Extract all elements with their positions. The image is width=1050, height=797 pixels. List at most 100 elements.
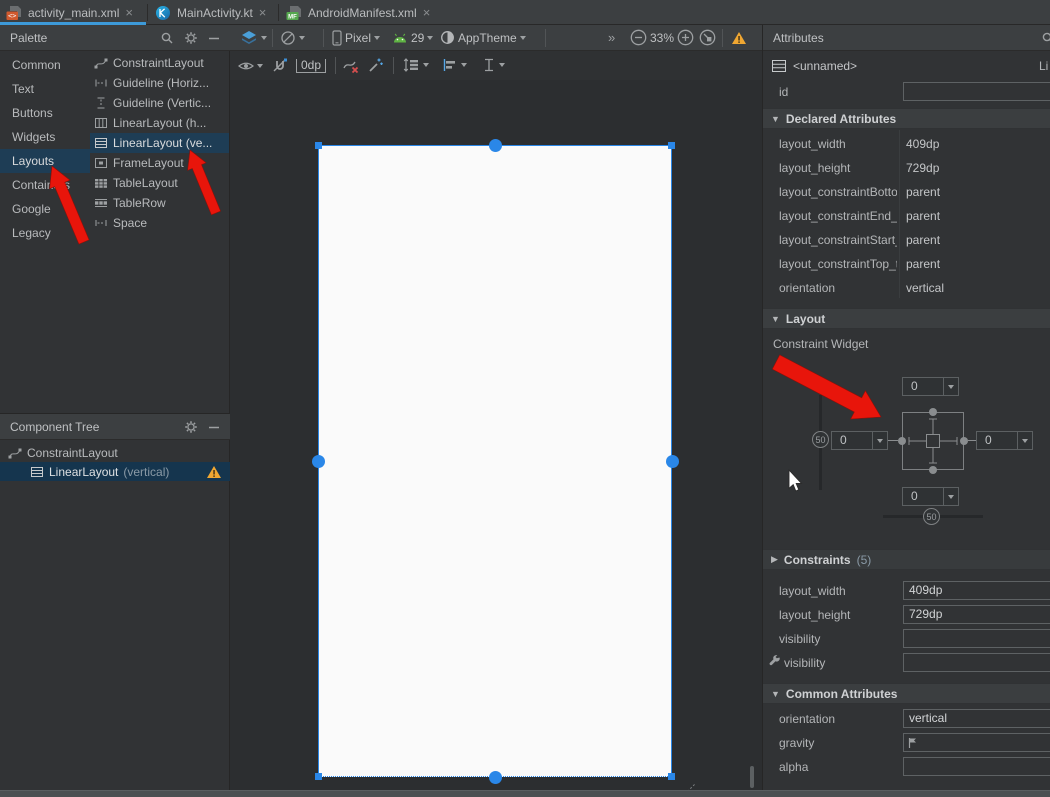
selected-component-row[interactable]: <unnamed> Li	[763, 53, 1050, 79]
palette-category-text[interactable]: Text	[0, 77, 90, 101]
attr-value[interactable]: parent	[906, 257, 940, 271]
warning-icon[interactable]	[731, 31, 747, 45]
toolbar-overflow-button[interactable]: »	[608, 30, 615, 45]
section-declared-attributes[interactable]: ▼ Declared Attributes	[763, 108, 1050, 129]
gear-icon[interactable]	[184, 31, 198, 45]
attr-value[interactable]: 729dp	[906, 161, 939, 175]
constraint-anchor-bottom[interactable]	[489, 771, 502, 784]
constraint-anchor-bottom[interactable]	[929, 466, 937, 474]
palette-category-common[interactable]: Common	[0, 53, 90, 77]
attr-label: visibility	[779, 632, 820, 646]
view-options-button[interactable]	[238, 60, 263, 72]
zoom-out-button[interactable]	[630, 29, 647, 46]
search-icon[interactable]	[1041, 31, 1050, 45]
attr-label: layout_height	[779, 608, 850, 622]
constraint-anchor-top[interactable]	[489, 139, 502, 152]
constraint-anchor-top[interactable]	[929, 408, 937, 416]
default-margin-field[interactable]: 0dp	[296, 59, 326, 73]
gravity-field[interactable]	[903, 733, 1050, 752]
resize-handle-bottom-left[interactable]	[315, 773, 322, 780]
minimize-icon[interactable]	[208, 420, 220, 434]
attr-value[interactable]: parent	[906, 233, 940, 247]
minimize-icon[interactable]	[208, 31, 220, 45]
attr-value[interactable]: parent	[906, 185, 940, 199]
palette-item-tablelayout[interactable]: TableLayout	[90, 173, 229, 193]
zoom-to-fit-button[interactable]	[699, 29, 716, 46]
tablelayout-icon	[94, 176, 108, 190]
section-constraints[interactable]: ▶ Constraints (5)	[763, 549, 1050, 570]
palette-category-widgets[interactable]: Widgets	[0, 125, 90, 149]
guidelines-button[interactable]	[482, 58, 505, 72]
design-mode-button[interactable]	[240, 30, 267, 45]
constraint-widget-box[interactable]	[902, 412, 964, 470]
layout-height-combo[interactable]: 729dp	[903, 605, 1050, 624]
palette-category-containers[interactable]: Containers	[0, 173, 90, 197]
vertical-bias-value[interactable]: 50	[812, 431, 829, 448]
attr-value[interactable]: parent	[906, 209, 940, 223]
section-layout[interactable]: ▼ Layout	[763, 308, 1050, 329]
palette-category-layouts[interactable]: Layouts	[0, 149, 90, 173]
close-icon[interactable]: ×	[423, 6, 431, 19]
tab-androidmanifest-xml[interactable]: MF AndroidManifest.xml ×	[280, 0, 432, 25]
visibility-combo[interactable]	[903, 629, 1050, 648]
tree-item-linearlayout-vertical[interactable]: LinearLayout (vertical)	[0, 462, 230, 481]
palette-item-framelayout[interactable]: FrameLayout	[90, 153, 229, 173]
palette-category-legacy[interactable]: Legacy	[0, 221, 90, 245]
constraint-anchor-right[interactable]	[666, 455, 679, 468]
alpha-field[interactable]	[903, 757, 1050, 776]
search-icon[interactable]	[160, 31, 174, 45]
palette-item-tablerow[interactable]: TableRow	[90, 193, 229, 213]
tree-item-constraintlayout[interactable]: ConstraintLayout	[0, 443, 230, 462]
scrollbar-thumb[interactable]	[750, 766, 754, 788]
palette-category-buttons[interactable]: Buttons	[0, 101, 90, 125]
section-common-attributes[interactable]: ▼ Common Attributes	[763, 683, 1050, 704]
palette-item-constraintlayout[interactable]: ConstraintLayout	[90, 53, 229, 73]
id-input[interactable]	[903, 82, 1050, 101]
clear-constraints-button[interactable]	[342, 58, 360, 74]
resize-handle-top-left[interactable]	[315, 142, 322, 149]
gear-icon[interactable]	[184, 420, 198, 434]
constraints-count: (5)	[857, 553, 872, 567]
linearlayout-preview[interactable]	[318, 145, 672, 777]
margin-bottom-combo[interactable]: 0	[902, 487, 959, 506]
device-selector[interactable]: Pixel	[332, 30, 380, 46]
constraint-layout-icon	[8, 446, 22, 460]
resize-handle-top-right[interactable]	[668, 142, 675, 149]
orientation-button[interactable]	[280, 30, 305, 46]
margin-right-combo[interactable]: 0	[976, 431, 1033, 450]
attr-label: layout_constraintBottom_	[779, 185, 897, 199]
horizontal-bias-value[interactable]: 50	[923, 508, 940, 525]
flag-icon[interactable]	[908, 737, 918, 749]
layout-width-combo[interactable]: 409dp	[903, 581, 1050, 600]
palette-category-google[interactable]: Google	[0, 197, 90, 221]
align-button[interactable]	[442, 58, 467, 72]
resize-handle-bottom-right[interactable]	[668, 773, 675, 780]
palette-item-guideline-horizontal[interactable]: Guideline (Horiz...	[90, 73, 229, 93]
api-level-selector[interactable]: 29	[392, 31, 433, 45]
constraint-anchor-left[interactable]	[312, 455, 325, 468]
constraint-anchor-right[interactable]	[960, 437, 968, 445]
margin-left-combo[interactable]: 0	[831, 431, 888, 450]
constraint-anchor-left[interactable]	[898, 437, 906, 445]
design-canvas[interactable]	[230, 80, 762, 790]
close-icon[interactable]: ×	[125, 6, 133, 19]
warning-icon[interactable]	[206, 465, 222, 479]
attr-value[interactable]: 409dp	[906, 137, 939, 151]
infer-constraints-button[interactable]	[368, 57, 384, 73]
palette-item-linearlayout-vertical[interactable]: LinearLayout (ve...	[90, 133, 229, 153]
tab-mainactivity-kt[interactable]: MainActivity.kt ×	[149, 0, 277, 25]
attr-value[interactable]: vertical	[906, 281, 944, 295]
close-icon[interactable]: ×	[259, 6, 267, 19]
guideline-horizontal-icon	[94, 76, 108, 90]
palette-item-space[interactable]: Space	[90, 213, 229, 233]
collapse-triangle-icon: ▼	[771, 689, 780, 699]
orientation-combo[interactable]: vertical	[903, 709, 1050, 728]
autoconnect-off-button[interactable]	[272, 57, 288, 73]
margin-top-combo[interactable]: 0	[902, 377, 959, 396]
palette-item-linearlayout-horizontal[interactable]: LinearLayout (h...	[90, 113, 229, 133]
tools-visibility-combo[interactable]	[903, 653, 1050, 672]
pack-button[interactable]	[402, 57, 429, 73]
palette-item-guideline-vertical[interactable]: Guideline (Vertic...	[90, 93, 229, 113]
theme-selector[interactable]: AppTheme	[440, 30, 526, 45]
zoom-in-button[interactable]	[677, 29, 694, 46]
